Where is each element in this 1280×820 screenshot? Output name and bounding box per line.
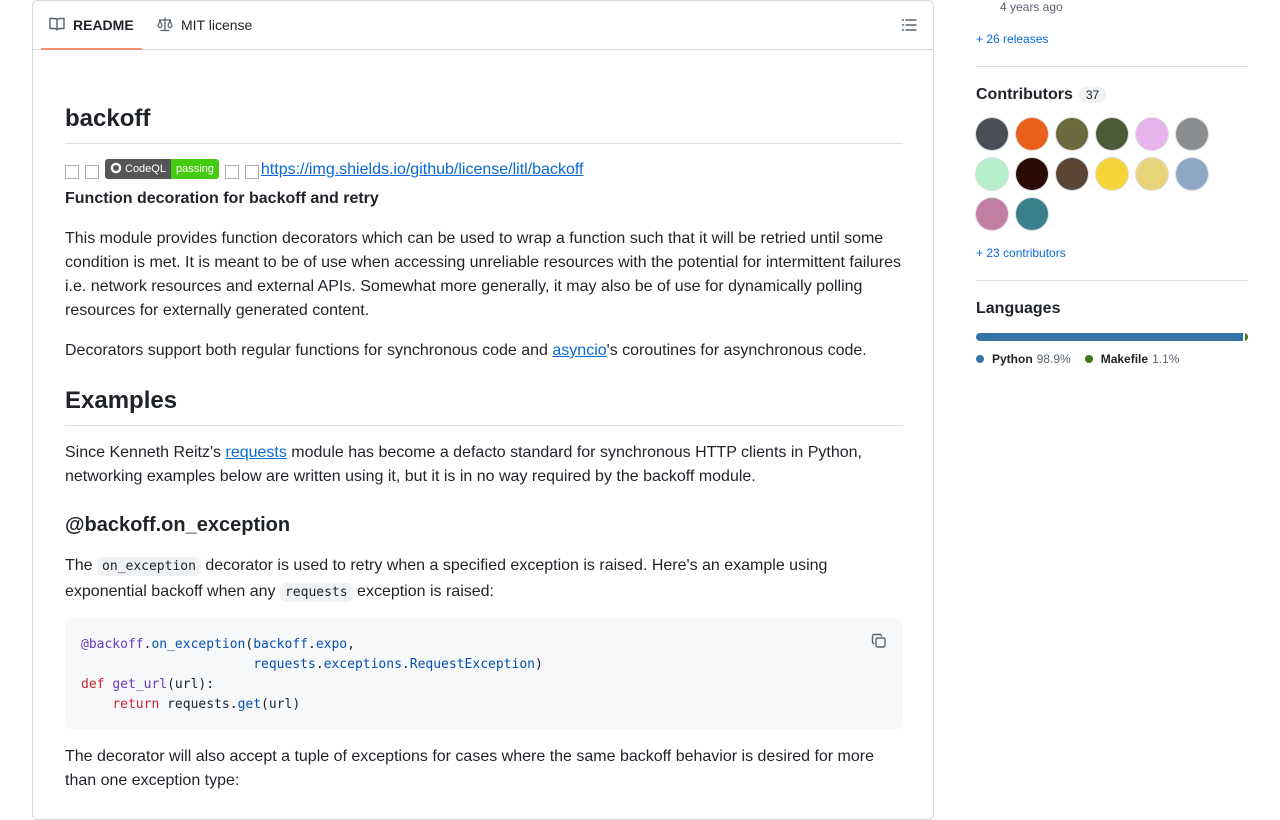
avatar[interactable] [1136,118,1168,150]
examples-paragraph: Since Kenneth Reitz's requests module ha… [65,441,903,489]
intro-paragraph: This module provides function decorators… [65,230,901,319]
more-contributors-link[interactable]: + 23 contributors [976,246,1066,260]
list-unordered-icon [901,19,917,37]
code-token: return [112,697,160,712]
broken-badge-image[interactable] [224,165,239,179]
code-token: . [308,637,316,652]
language-percent: 1.1% [1152,352,1180,366]
language-item-makefile[interactable]: Makefile 1.1% [1084,352,1180,366]
code-token: get_url [112,677,168,692]
asyncio-link[interactable]: asyncio [552,342,606,359]
avatar[interactable] [1056,158,1088,190]
code-token: . [229,697,238,712]
avatar[interactable] [1056,118,1088,150]
tab-license-label: MIT license [181,17,253,33]
avatar[interactable] [976,198,1008,230]
language-percent: 98.9% [1036,352,1071,366]
avatar[interactable] [976,118,1008,150]
on-exception-heading: @backoff.on_exception [65,514,291,536]
avatar[interactable] [1016,118,1048,150]
tab-readme[interactable]: README [41,1,142,50]
broken-badge-image[interactable] [85,165,99,179]
decorators-text-post: 's coroutines for asynchronous code. [606,342,867,359]
latest-release-age: 4 years ago [1000,0,1063,14]
badges-row: CodeQL passing https://img.shields.io/gi… [65,159,583,179]
examples-text-pre: Since Kenneth Reitz's [65,444,226,461]
avatar[interactable] [1176,158,1208,190]
avatar[interactable] [1096,158,1128,190]
language-item-python[interactable]: Python 98.9% [976,352,1071,366]
code-token: get [237,697,262,712]
inline-code-requests: requests [279,583,353,602]
on-exc-text-1: The [65,557,98,574]
divider [976,66,1248,67]
broken-badge-image[interactable] [65,165,79,179]
on-exc-text-3: exception is raised: [352,583,494,600]
language-list: Python 98.9% Makefile 1.1% [976,352,1179,366]
copy-button[interactable] [871,633,887,656]
readme-panel: README MIT license backoff CodeQL passin… [32,0,934,820]
avatar[interactable] [1136,158,1168,190]
code-token: , [347,637,355,652]
code-token: def [81,677,105,692]
code-token: on_exception [151,637,246,652]
codeql-badge[interactable]: CodeQL passing [105,159,219,179]
language-bar [976,333,1248,341]
on-exception-paragraph: The on_exception decorator is used to re… [65,553,903,605]
copy-icon [871,633,887,653]
code-token: requests [253,657,316,672]
decorators-paragraph: Decorators support both regular function… [65,339,903,363]
code-token: backoff [253,637,308,652]
broken-badge-image[interactable] [244,165,259,179]
table-of-contents-button[interactable] [901,17,917,38]
avatar[interactable] [1016,158,1048,190]
code-token: expo [315,637,348,652]
readme-tabs: README MIT license [33,1,933,50]
language-dot-python [976,355,984,363]
github-icon [110,162,122,177]
code-token: requests [159,697,230,712]
contributors-heading[interactable]: Contributors 37 [976,86,1107,104]
readme-subtitle: Function decoration for backoff and retr… [65,190,379,207]
tab-license[interactable]: MIT license [157,1,252,49]
tuple-paragraph: The decorator will also accept a tuple o… [65,748,875,789]
code-token: RequestException [409,657,535,672]
contributors-title: Contributors [976,86,1073,103]
language-name: Python [992,352,1033,366]
law-icon [157,16,181,35]
tab-readme-label: README [73,17,134,33]
language-dot-makefile [1084,355,1093,363]
code-token: . [315,657,324,672]
code-token: ) [534,657,543,672]
avatar[interactable] [1096,118,1128,150]
code-token: (url) [261,697,301,712]
code-token: exceptions [323,657,402,672]
requests-link[interactable]: requests [225,444,286,461]
decorators-text-pre: Decorators support both regular function… [65,342,553,359]
releases-link[interactable]: + 26 releases [976,32,1048,46]
divider [976,280,1248,281]
license-badge-link[interactable]: https://img.shields.io/github/license/li… [261,161,584,179]
inline-code-on-exception: on_exception [97,557,201,576]
avatar[interactable] [1176,118,1208,150]
book-icon [49,16,73,35]
examples-heading: Examples [65,387,903,426]
languages-heading: Languages [976,300,1061,317]
avatar[interactable] [976,158,1008,190]
language-bar-python[interactable] [976,333,1244,341]
code-token: @backoff [81,637,144,652]
code-block[interactable]: @backoff.on_exception(backoff.expo, requ… [65,619,903,729]
code-token: . [401,657,410,672]
codeql-badge-status: passing [170,159,219,179]
contributors-count: 37 [1078,87,1107,103]
readme-title: backoff [65,105,903,144]
language-name: Makefile [1100,352,1149,366]
avatar[interactable] [1016,198,1048,230]
language-bar-makefile[interactable] [1245,333,1248,341]
code-token: (url): [167,677,215,692]
codeql-badge-label: CodeQL [125,163,166,175]
